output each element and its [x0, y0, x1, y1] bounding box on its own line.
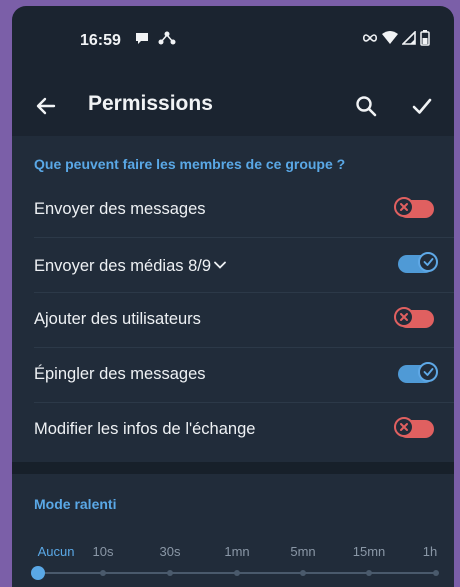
toolbar: Permissions	[12, 78, 454, 134]
signal-icon	[402, 31, 416, 45]
infinity-icon	[362, 32, 378, 44]
status-time: 16:59	[80, 32, 121, 49]
slow-mode-option-label[interactable]: 10s	[93, 544, 114, 559]
status-bar: 16:59	[12, 6, 454, 78]
permissions-header: Que peuvent faire les membres de ce grou…	[34, 156, 346, 172]
slider-tick	[167, 570, 173, 576]
edit-info-toggle[interactable]	[394, 417, 434, 438]
permission-row-add-users[interactable]: Ajouter des utilisateurs	[12, 293, 454, 348]
toggle-off-icon	[394, 417, 414, 437]
search-icon[interactable]	[350, 90, 382, 122]
page-title: Permissions	[88, 92, 213, 115]
chevron-down-icon[interactable]	[214, 255, 226, 274]
slow-mode-option-label[interactable]: Aucun	[38, 544, 75, 559]
slider-tick	[366, 570, 372, 576]
slow-mode-section: Mode ralenti Aucun 10s 30s 1mn 5mn 15mn …	[12, 474, 454, 587]
slider-tick	[234, 570, 240, 576]
slider-thumb[interactable]	[31, 566, 45, 580]
permission-row-pin-messages[interactable]: Épingler des messages	[12, 348, 454, 403]
check-icon[interactable]	[406, 90, 438, 122]
network-activity-icon	[158, 30, 176, 46]
slow-mode-option-label[interactable]: 30s	[160, 544, 181, 559]
slow-mode-labels: Aucun 10s 30s 1mn 5mn 15mn 1h	[12, 544, 454, 564]
toggle-on-icon	[418, 252, 438, 272]
slider-tick	[300, 570, 306, 576]
permissions-section: Que peuvent faire les membres de ce grou…	[12, 136, 454, 462]
permission-row-edit-info[interactable]: Modifier les infos de l'échange	[12, 403, 454, 458]
slider-tick	[433, 570, 439, 576]
pin-messages-toggle[interactable]	[398, 362, 438, 383]
slider-tick	[100, 570, 106, 576]
send-media-toggle[interactable]	[398, 252, 438, 273]
toggle-on-icon	[418, 362, 438, 382]
permission-label: Épingler des messages	[34, 365, 206, 383]
phone-screen: 16:59 Permissions Que peuvent faire les …	[12, 6, 454, 587]
permission-row-send-media[interactable]: Envoyer des médias 8/9	[12, 238, 454, 293]
permission-label: Modifier les infos de l'échange	[34, 420, 256, 438]
chat-bubble-icon	[134, 30, 150, 46]
toggle-off-icon	[394, 197, 414, 217]
permission-label: Envoyer des médias 8/9	[34, 257, 212, 275]
toggle-off-icon	[394, 307, 414, 327]
send-messages-toggle[interactable]	[394, 197, 434, 218]
back-arrow-icon[interactable]	[30, 90, 62, 122]
battery-icon	[420, 30, 430, 46]
slow-mode-option-label[interactable]: 1mn	[224, 544, 249, 559]
slow-mode-option-label[interactable]: 5mn	[290, 544, 315, 559]
permission-label: Envoyer des messages	[34, 200, 206, 218]
slow-mode-slider[interactable]	[31, 566, 439, 580]
section-gap	[12, 462, 454, 474]
slow-mode-header: Mode ralenti	[34, 496, 117, 512]
permission-label: Ajouter des utilisateurs	[34, 310, 201, 328]
slow-mode-option-label[interactable]: 1h	[423, 544, 437, 559]
add-users-toggle[interactable]	[394, 307, 434, 328]
slow-mode-option-label[interactable]: 15mn	[353, 544, 386, 559]
wifi-icon	[382, 31, 398, 45]
permission-row-send-messages[interactable]: Envoyer des messages	[12, 183, 454, 238]
